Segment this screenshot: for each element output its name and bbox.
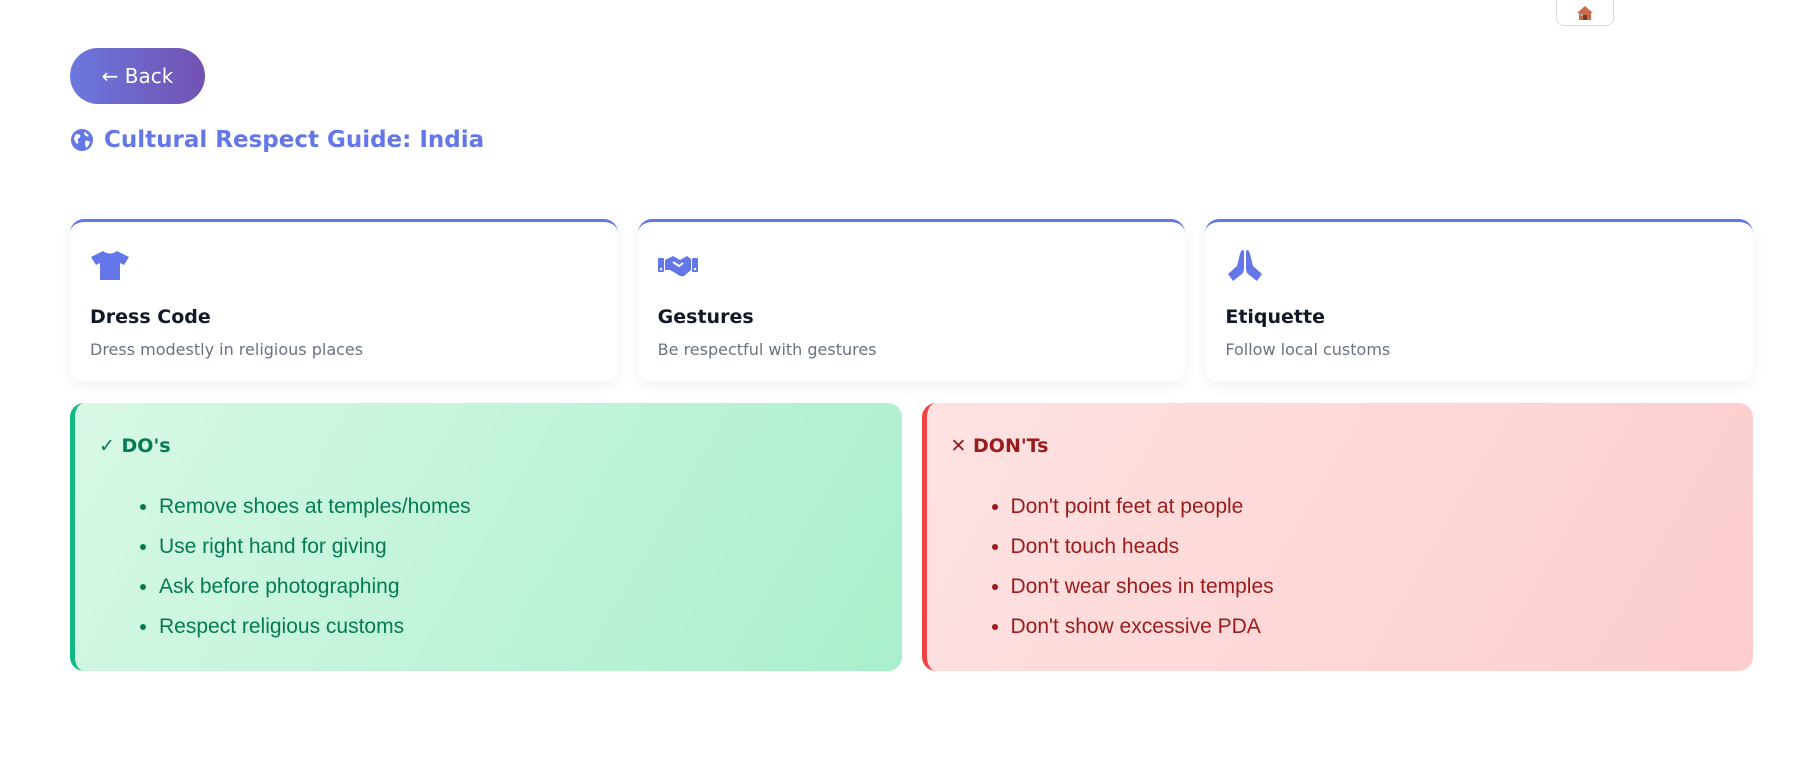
card-description: Follow local customs bbox=[1225, 340, 1391, 359]
donts-list: Don't point feet at people Don't touch h… bbox=[951, 487, 1730, 647]
page-title-text: Cultural Respect Guide: India bbox=[104, 127, 485, 153]
card-etiquette: Etiquette Follow local customs bbox=[1205, 219, 1754, 382]
back-button[interactable]: ← Back bbox=[70, 48, 205, 104]
rules-section: ✓ DO's Remove shoes at temples/homes Use… bbox=[70, 403, 1753, 671]
list-item: Remove shoes at temples/homes bbox=[159, 487, 878, 527]
handshake-icon bbox=[657, 248, 1166, 282]
card-title: Gestures bbox=[657, 306, 754, 328]
info-cards: Dress Code Dress modestly in religious p… bbox=[70, 219, 1754, 382]
donts-panel: ✕ DON'Ts Don't point feet at people Don'… bbox=[921, 403, 1753, 671]
dos-heading: ✓ DO's bbox=[99, 435, 171, 457]
donts-heading: ✕ DON'Ts bbox=[950, 435, 1049, 457]
home-button[interactable] bbox=[1556, 0, 1614, 26]
card-title: Dress Code bbox=[90, 306, 211, 328]
list-item: Respect religious customs bbox=[159, 607, 878, 647]
list-item: Don't wear shoes in temples bbox=[1011, 567, 1730, 607]
list-item: Don't touch heads bbox=[1011, 527, 1730, 567]
page-title: Cultural Respect Guide: India bbox=[70, 127, 484, 153]
list-item: Don't show excessive PDA bbox=[1011, 607, 1730, 647]
tshirt-icon bbox=[90, 248, 598, 282]
home-icon bbox=[1576, 5, 1594, 21]
card-description: Be respectful with gestures bbox=[657, 340, 877, 359]
dos-list: Remove shoes at temples/homes Use right … bbox=[99, 487, 878, 647]
dos-panel: ✓ DO's Remove shoes at temples/homes Use… bbox=[70, 403, 902, 671]
card-title: Etiquette bbox=[1225, 306, 1325, 328]
card-description: Dress modestly in religious places bbox=[90, 340, 364, 359]
list-item: Don't point feet at people bbox=[1011, 487, 1730, 527]
card-gestures: Gestures Be respectful with gestures bbox=[637, 219, 1186, 382]
page: ← Back Cultural Respect Guide: India Dre… bbox=[0, 0, 1796, 757]
list-item: Ask before photographing bbox=[159, 567, 878, 607]
card-dress-code: Dress Code Dress modestly in religious p… bbox=[70, 219, 618, 382]
globe-icon bbox=[70, 128, 94, 152]
list-item: Use right hand for giving bbox=[159, 527, 878, 567]
praying-hands-icon bbox=[1225, 248, 1733, 282]
